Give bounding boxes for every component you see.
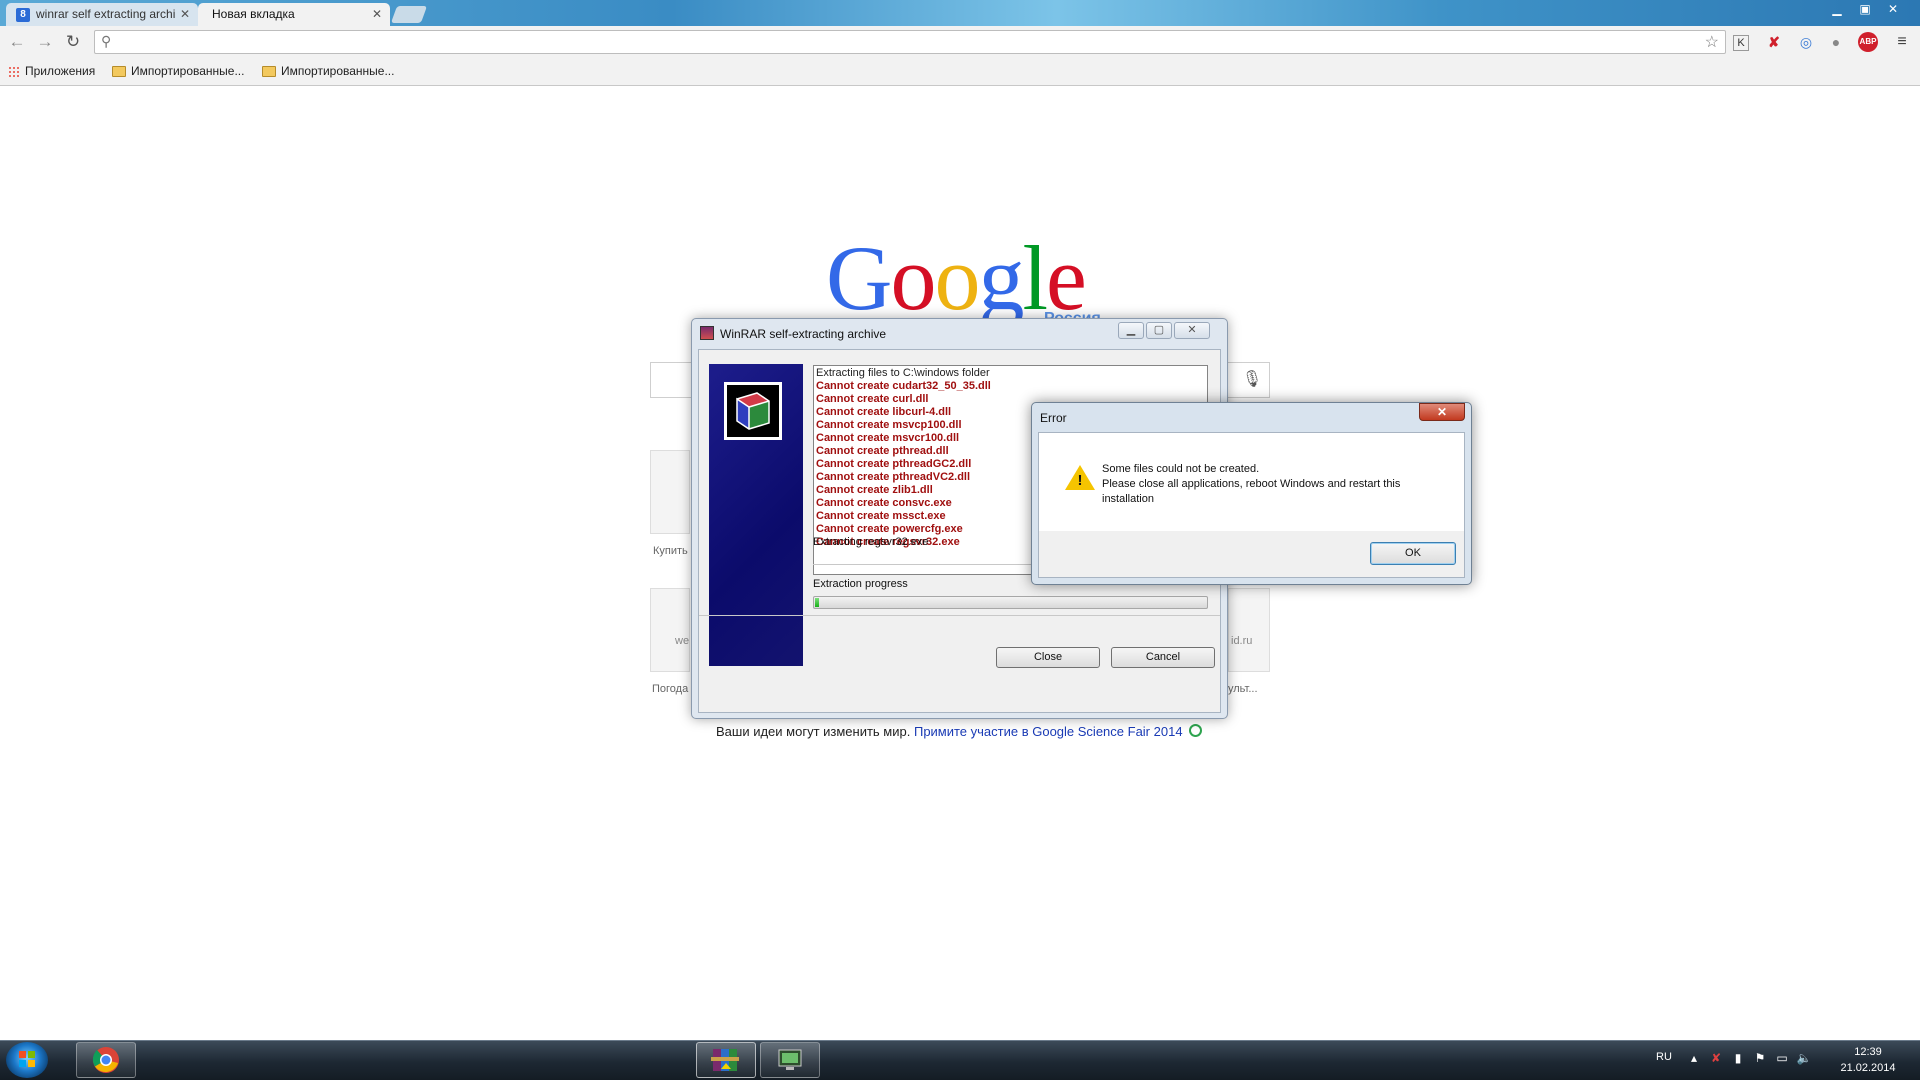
google-logo-letter: o [934,227,980,329]
maximize-icon[interactable]: ▢ [1146,322,1172,339]
divider [699,615,1220,616]
thumbnail-text: id.ru [1231,635,1253,647]
error-dialog: Error ✕ ! Some files could not be create… [1031,402,1472,585]
bookmark-folder-imported-1[interactable]: Импортированные... [112,63,244,79]
thumbnail-label: Купить [653,545,688,557]
tab-label: Новая вкладка [212,7,295,21]
clock[interactable]: 12:39 21.02.2014 [1828,1044,1908,1076]
new-tab-button[interactable] [390,6,428,23]
cancel-button[interactable]: Cancel [1111,647,1215,668]
most-visited-thumbnail[interactable]: we [650,588,690,672]
log-error-line: Cannot create cudart32_50_35.dll [816,380,991,392]
bookmark-star-icon[interactable]: ☆ [1705,32,1719,52]
promo-dot-icon [1188,724,1202,737]
error-message: Some files could not be created. Please … [1102,462,1442,507]
bookmark-label: Приложения [25,64,96,78]
menu-icon[interactable]: ≡ [1892,32,1912,52]
close-window-icon[interactable]: ✕ [1880,0,1906,18]
tab-close-icon[interactable]: ✕ [180,3,190,25]
tab-winrar-search[interactable]: 8 winrar self extracting archi ✕ [6,3,198,26]
thumbnail-label: ульт... [1228,683,1258,695]
bookmark-folder-imported-2[interactable]: Импортированные... [262,63,394,79]
error-message-line: Some files could not be created. [1102,463,1260,475]
action-center-flag-icon[interactable]: ⚑ [1752,1050,1768,1066]
current-file-label: Extracting regsvr32.exe [813,536,929,548]
show-hidden-icons-icon[interactable]: ▴ [1686,1050,1702,1066]
apps-icon [8,65,20,78]
winrar-books-icon [711,1049,739,1071]
bookmark-label: Импортированные... [281,64,395,78]
ok-button[interactable]: OK [1370,542,1456,565]
windows-logo-icon [19,1051,35,1067]
thumbnail-label: Погода [652,683,689,695]
volume-icon[interactable]: 🔈 [1796,1050,1812,1066]
monitor-icon [778,1049,802,1070]
warning-icon-mark: ! [1077,472,1083,489]
progress-label: Extraction progress [813,578,908,590]
bookmark-label: Импортированные... [131,64,245,78]
error-dialog-body: ! Some files could not be created. Pleas… [1038,432,1465,578]
extension-red-icon[interactable]: ✘ [1764,32,1784,52]
back-icon[interactable]: ← [6,31,28,53]
close-icon[interactable]: ✕ [1419,403,1465,421]
clock-date: 21.02.2014 [1840,1062,1896,1074]
minimize-icon[interactable]: ▁ [1118,322,1144,339]
tab-new-tab[interactable]: Новая вкладка ✕ [198,3,390,26]
taskbar-winrar[interactable] [696,1042,756,1078]
promo-text: Ваши идеи могут изменить мир. [716,724,911,739]
close-icon[interactable]: ✕ [1174,322,1210,339]
extension-cloud-icon[interactable]: ◎ [1796,32,1816,52]
address-bar[interactable]: ⚲ ☆ [94,30,1726,54]
microphone-icon[interactable]: 🎙 [1240,368,1264,392]
tab-label: winrar self extracting archi [36,7,176,21]
language-indicator[interactable]: RU [1656,1051,1672,1063]
network-icon[interactable]: ▭ [1774,1050,1790,1066]
forward-icon[interactable]: → [34,31,56,53]
google-favicon-icon: 8 [16,8,30,22]
clock-time: 12:39 [1854,1046,1882,1058]
chrome-icon [92,1047,119,1073]
folder-icon [262,66,276,78]
tray-usb-icon[interactable]: ▮ [1730,1050,1746,1066]
search-icon: ⚲ [101,33,112,49]
adblock-icon[interactable]: ABP [1858,32,1878,52]
google-logo-letter: o [890,227,936,329]
promo-link[interactable]: Примите участие в Google Science Fair 20… [914,724,1183,739]
google-logo-letter: G [826,227,892,329]
start-button[interactable] [6,1042,48,1078]
tray-red-icon[interactable]: ✘ [1708,1050,1724,1066]
kaspersky-extension-icon[interactable]: K [1733,35,1749,51]
most-visited-thumbnail[interactable] [650,450,690,534]
taskbar-window-2[interactable] [760,1042,820,1078]
taskbar-chrome[interactable] [76,1042,136,1078]
archive-box-icon [724,382,782,440]
progress-fill [815,598,819,607]
winrar-sidebar-art [709,364,803,666]
log-header: Extracting files to C:\windows folder [816,367,990,379]
reload-icon[interactable]: ↻ [62,31,84,53]
maximize-window-icon[interactable]: ▣ [1852,0,1878,18]
thumbnail-text: we [675,635,690,647]
google-logo-letter: l [1022,227,1048,329]
extraction-progress-bar [813,596,1208,609]
winrar-dialog-title: WinRAR self-extracting archive [720,327,887,341]
folder-icon [112,66,126,78]
bookmark-apps[interactable]: Приложения [8,63,95,79]
google-logo-letter: g [978,227,1024,329]
error-message-line: Please close all applications, reboot Wi… [1102,478,1401,505]
extension-grey-icon[interactable]: ● [1826,32,1846,52]
google-promo: Ваши идеи могут изменить мир. Примите уч… [716,724,1202,739]
close-button[interactable]: Close [996,647,1100,668]
winrar-app-icon [700,326,714,340]
tab-close-icon[interactable]: ✕ [372,3,382,25]
minimize-window-icon[interactable]: ▁ [1824,0,1850,18]
taskbar [0,1040,1920,1080]
most-visited-thumbnail[interactable]: id.ru [1228,588,1270,672]
error-dialog-title: Error [1040,411,1067,425]
error-dialog-footer: OK [1039,531,1464,577]
